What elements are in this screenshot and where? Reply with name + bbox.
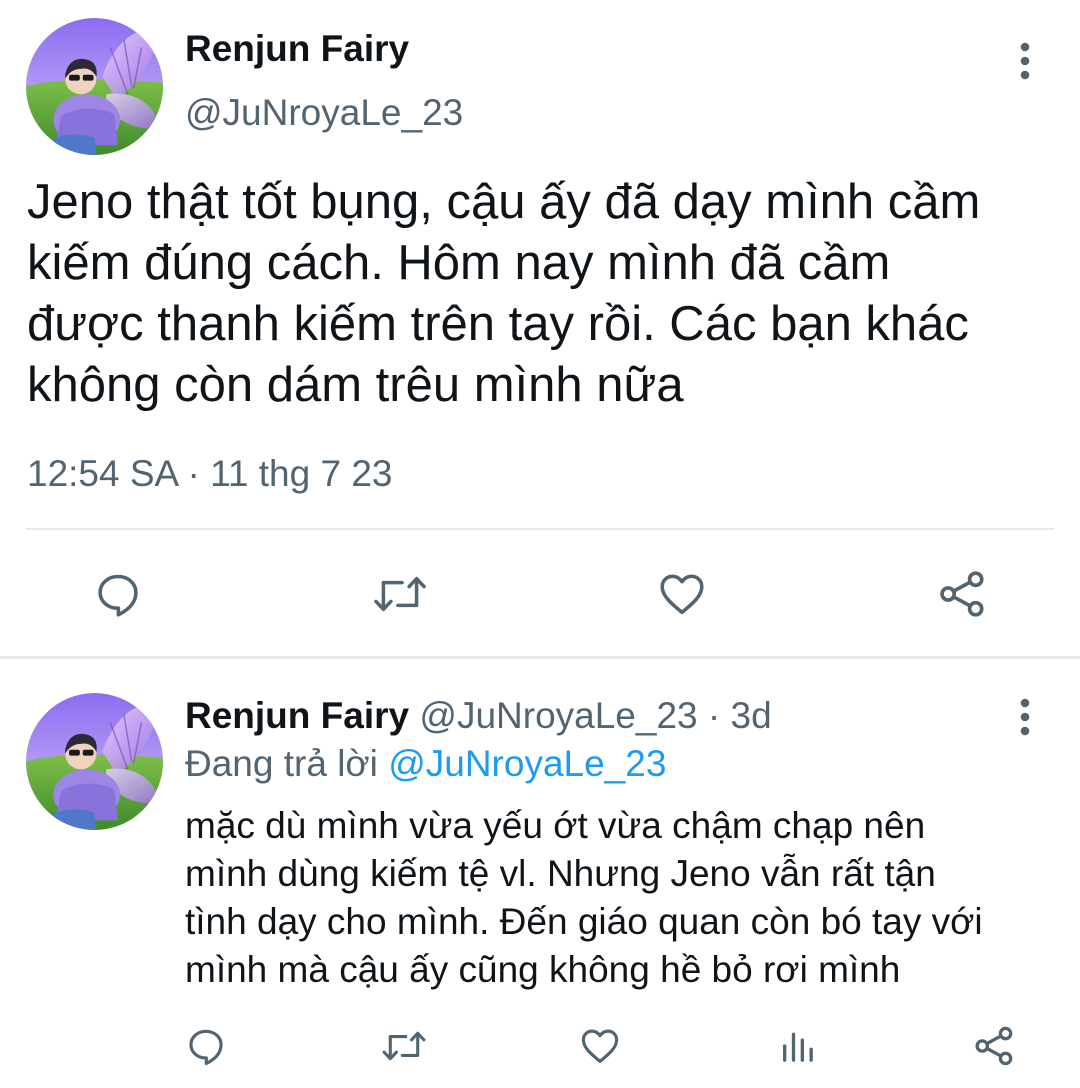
like-button[interactable] xyxy=(576,1022,624,1070)
analytics-button[interactable] xyxy=(774,1022,822,1070)
author-display-name[interactable]: Renjun Fairy xyxy=(185,26,409,72)
share-button[interactable] xyxy=(970,1022,1018,1070)
avatar[interactable] xyxy=(26,693,163,830)
author-handle-and-time[interactable]: @JuNroyaLe_23 · 3d xyxy=(409,695,771,736)
replying-to-mention[interactable]: @JuNroyaLe_23 xyxy=(388,743,666,784)
share-button[interactable] xyxy=(932,566,992,622)
reply-header: Renjun Fairy @JuNroyaLe_23 · 3d xyxy=(185,692,772,740)
more-vertical-icon[interactable] xyxy=(1005,692,1045,742)
reply-icon xyxy=(98,574,138,617)
reply-text-line: mình mà cậu ấy cũng không hề bỏ rơi mình xyxy=(185,949,901,990)
reply-icon xyxy=(189,1029,223,1066)
avatar[interactable] xyxy=(26,18,163,155)
tweet-text-line: được thanh kiếm trên tay rồi. Các bạn kh… xyxy=(27,297,969,351)
reply-text: mặc dù mình vừa yếu ớt vừa chậm chạp nên… xyxy=(185,802,1065,994)
more-vertical-icon[interactable] xyxy=(1005,36,1045,86)
like-icon xyxy=(581,1029,619,1063)
reply-text-line: tình dạy cho mình. Đến giáo quan còn bó … xyxy=(185,901,983,942)
tweet-text-line: kiếm đúng cách. Hôm nay mình đã cầm xyxy=(27,236,891,290)
retweet-icon xyxy=(382,1031,426,1061)
reply-button[interactable] xyxy=(88,566,148,622)
analytics-icon xyxy=(783,1032,813,1062)
like-button[interactable] xyxy=(652,566,712,622)
retweet-button[interactable] xyxy=(376,1022,432,1070)
author-display-name[interactable]: Renjun Fairy xyxy=(185,695,409,736)
retweet-icon xyxy=(374,576,426,612)
like-icon xyxy=(660,574,704,615)
divider xyxy=(26,528,1054,530)
retweet-button[interactable] xyxy=(368,566,432,622)
tweet-text: Jeno thật tốt bụng, cậu ấy đã dạy mình c… xyxy=(27,172,1057,416)
author-handle[interactable]: @JuNroyaLe_23 xyxy=(185,90,463,136)
tweet-text-line: Jeno thật tốt bụng, cậu ấy đã dạy mình c… xyxy=(27,175,981,229)
reply-text-line: mặc dù mình vừa yếu ớt vừa chậm chạp nên xyxy=(185,805,926,846)
section-divider xyxy=(0,656,1080,659)
replying-to: Đang trả lời @JuNroyaLe_23 xyxy=(185,740,666,788)
replying-to-prefix: Đang trả lời xyxy=(185,743,389,784)
reply-text-line: mình dùng kiếm tệ vl. Nhưng Jeno vẫn rất… xyxy=(185,853,936,894)
reply-button[interactable] xyxy=(182,1022,230,1070)
tweet-text-line: không còn dám trêu mình nữa xyxy=(27,358,684,412)
share-icon xyxy=(975,1026,1013,1066)
tweet-timestamp[interactable]: 12:54 SA · 11 thg 7 23 xyxy=(27,450,392,498)
share-icon xyxy=(940,571,984,617)
